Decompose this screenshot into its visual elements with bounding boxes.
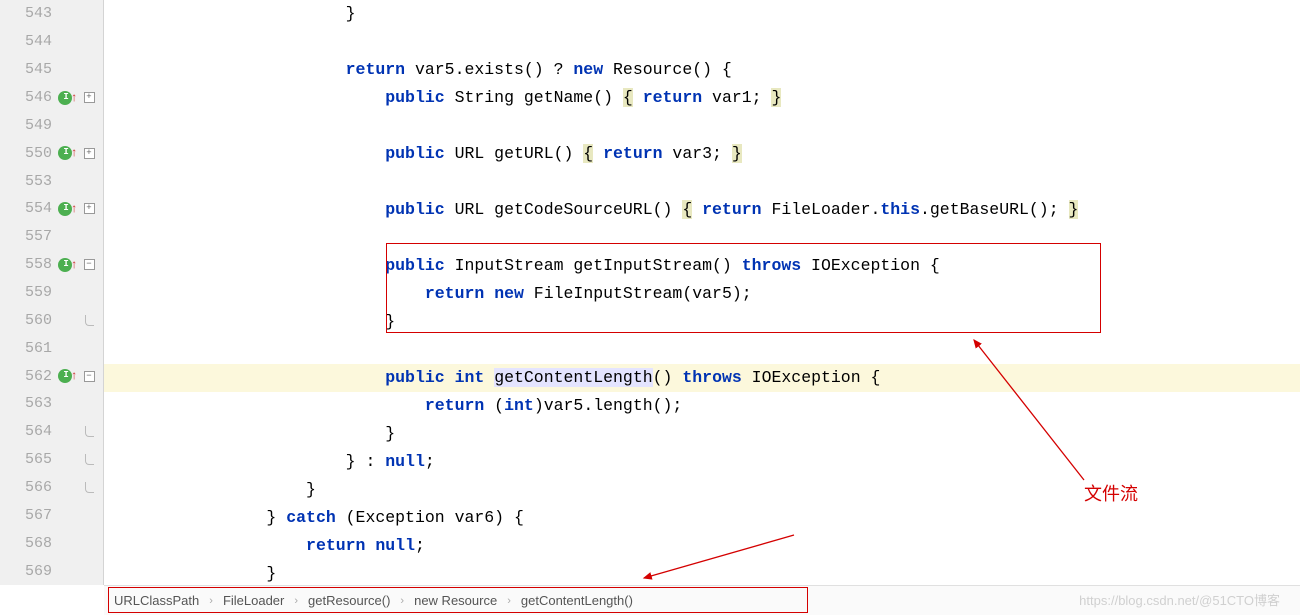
code-line: return var5.exists() ? new Resource() { bbox=[104, 56, 1300, 84]
line-number: 544 bbox=[0, 33, 58, 50]
code-line: } bbox=[104, 308, 1300, 336]
code-line: public String getName() { return var1; } bbox=[104, 84, 1300, 112]
code-line bbox=[104, 336, 1300, 364]
gutter-row: 558↑− bbox=[0, 251, 103, 279]
code-line: return null; bbox=[104, 532, 1300, 560]
gutter-row: 550↑ + bbox=[0, 139, 103, 167]
gutter-icon-slot: ↑ bbox=[58, 146, 78, 160]
breadcrumb-item[interactable]: FileLoader bbox=[213, 593, 294, 608]
fold-column: − bbox=[78, 259, 100, 270]
code-line: return new FileInputStream(var5); bbox=[104, 280, 1300, 308]
line-number: 554 bbox=[0, 200, 58, 217]
gutter-row: 567 bbox=[0, 501, 103, 529]
gutter-icon-slot: ↑ bbox=[58, 91, 78, 105]
gutter-row: 553 bbox=[0, 167, 103, 195]
gutter-row: 554↑ + bbox=[0, 195, 103, 223]
fold-column: + bbox=[78, 148, 100, 159]
line-number: 564 bbox=[0, 423, 58, 440]
fold-collapse-icon[interactable]: − bbox=[84, 259, 95, 270]
code-line: } bbox=[104, 0, 1300, 28]
gutter-row: 561 bbox=[0, 334, 103, 362]
line-number: 569 bbox=[0, 563, 58, 580]
fold-column bbox=[78, 426, 100, 437]
fold-end-icon bbox=[85, 426, 94, 437]
gutter-row: 563 bbox=[0, 390, 103, 418]
line-number: 566 bbox=[0, 479, 58, 496]
gutter-row: 560 bbox=[0, 306, 103, 334]
gutter-row: 544 bbox=[0, 28, 103, 56]
code-line: public InputStream getInputStream() thro… bbox=[104, 252, 1300, 280]
fold-column bbox=[78, 315, 100, 326]
gutter-row: 564 bbox=[0, 418, 103, 446]
line-number: 558 bbox=[0, 256, 58, 273]
override-icon[interactable] bbox=[58, 258, 72, 272]
fold-column bbox=[78, 482, 100, 493]
line-number: 565 bbox=[0, 451, 58, 468]
gutter-row: 557 bbox=[0, 223, 103, 251]
code-line bbox=[104, 28, 1300, 56]
gutter-icon-slot: ↑ bbox=[58, 202, 78, 216]
fold-expand-icon[interactable]: + bbox=[84, 203, 95, 214]
code-line: return (int)var5.length(); bbox=[104, 392, 1300, 420]
fold-expand-icon[interactable]: + bbox=[84, 92, 95, 103]
gutter-row: 546↑ + bbox=[0, 84, 103, 112]
line-number: 543 bbox=[0, 5, 58, 22]
gutter-row: 566 bbox=[0, 474, 103, 502]
fold-end-icon bbox=[85, 315, 94, 326]
line-number: 567 bbox=[0, 507, 58, 524]
gutter-row: 568 bbox=[0, 529, 103, 557]
code-line bbox=[104, 224, 1300, 252]
line-number: 549 bbox=[0, 117, 58, 134]
line-number: 559 bbox=[0, 284, 58, 301]
fold-collapse-icon[interactable]: − bbox=[84, 371, 95, 382]
code-line-current: public int getContentLength() throws IOE… bbox=[104, 364, 1300, 392]
fold-column: − bbox=[78, 371, 100, 382]
code-line: } bbox=[104, 560, 1300, 585]
fold-end-icon bbox=[85, 454, 94, 465]
code-line: } bbox=[104, 420, 1300, 448]
code-line: } : null; bbox=[104, 448, 1300, 476]
code-line: public URL getCodeSourceURL() { return F… bbox=[104, 196, 1300, 224]
gutter-row: 562↑− bbox=[0, 362, 103, 390]
breadcrumb-item[interactable]: getResource() bbox=[298, 593, 400, 608]
gutter-row: 549 bbox=[0, 111, 103, 139]
fold-column: + bbox=[78, 203, 100, 214]
code-line bbox=[104, 168, 1300, 196]
code-line bbox=[104, 112, 1300, 140]
gutter: 543544545546↑+549550↑+553554↑+557558↑−55… bbox=[0, 0, 104, 585]
line-number: 561 bbox=[0, 340, 58, 357]
gutter-icon-slot: ↑ bbox=[58, 369, 78, 383]
watermark: https://blog.csdn.net/@51CTO博客 bbox=[1079, 590, 1280, 609]
line-number: 563 bbox=[0, 395, 58, 412]
code-editor[interactable]: } return var5.exists() ? new Resource() … bbox=[104, 0, 1300, 585]
line-number: 560 bbox=[0, 312, 58, 329]
gutter-row: 559 bbox=[0, 279, 103, 307]
fold-column bbox=[78, 454, 100, 465]
fold-end-icon bbox=[85, 482, 94, 493]
annotation-label: 文件流 bbox=[1084, 480, 1138, 506]
fold-expand-icon[interactable]: + bbox=[84, 148, 95, 159]
breadcrumb-item[interactable]: new Resource bbox=[404, 593, 507, 608]
gutter-row: 565 bbox=[0, 446, 103, 474]
gutter-row: 569 bbox=[0, 557, 103, 585]
breadcrumb-item[interactable]: getContentLength() bbox=[511, 593, 643, 608]
breadcrumb-item[interactable]: URLClassPath bbox=[104, 593, 209, 608]
line-number: 557 bbox=[0, 228, 58, 245]
code-line: } catch (Exception var6) { bbox=[104, 504, 1300, 532]
override-icon[interactable] bbox=[58, 91, 72, 105]
code-line: public URL getURL() { return var3; } bbox=[104, 140, 1300, 168]
line-number: 568 bbox=[0, 535, 58, 552]
line-number: 553 bbox=[0, 173, 58, 190]
gutter-row: 545 bbox=[0, 56, 103, 84]
gutter-row: 543 bbox=[0, 0, 103, 28]
line-number: 546 bbox=[0, 89, 58, 106]
line-number: 550 bbox=[0, 145, 58, 162]
line-number: 545 bbox=[0, 61, 58, 78]
line-number: 562 bbox=[0, 368, 58, 385]
fold-column: + bbox=[78, 92, 100, 103]
gutter-icon-slot: ↑ bbox=[58, 258, 78, 272]
